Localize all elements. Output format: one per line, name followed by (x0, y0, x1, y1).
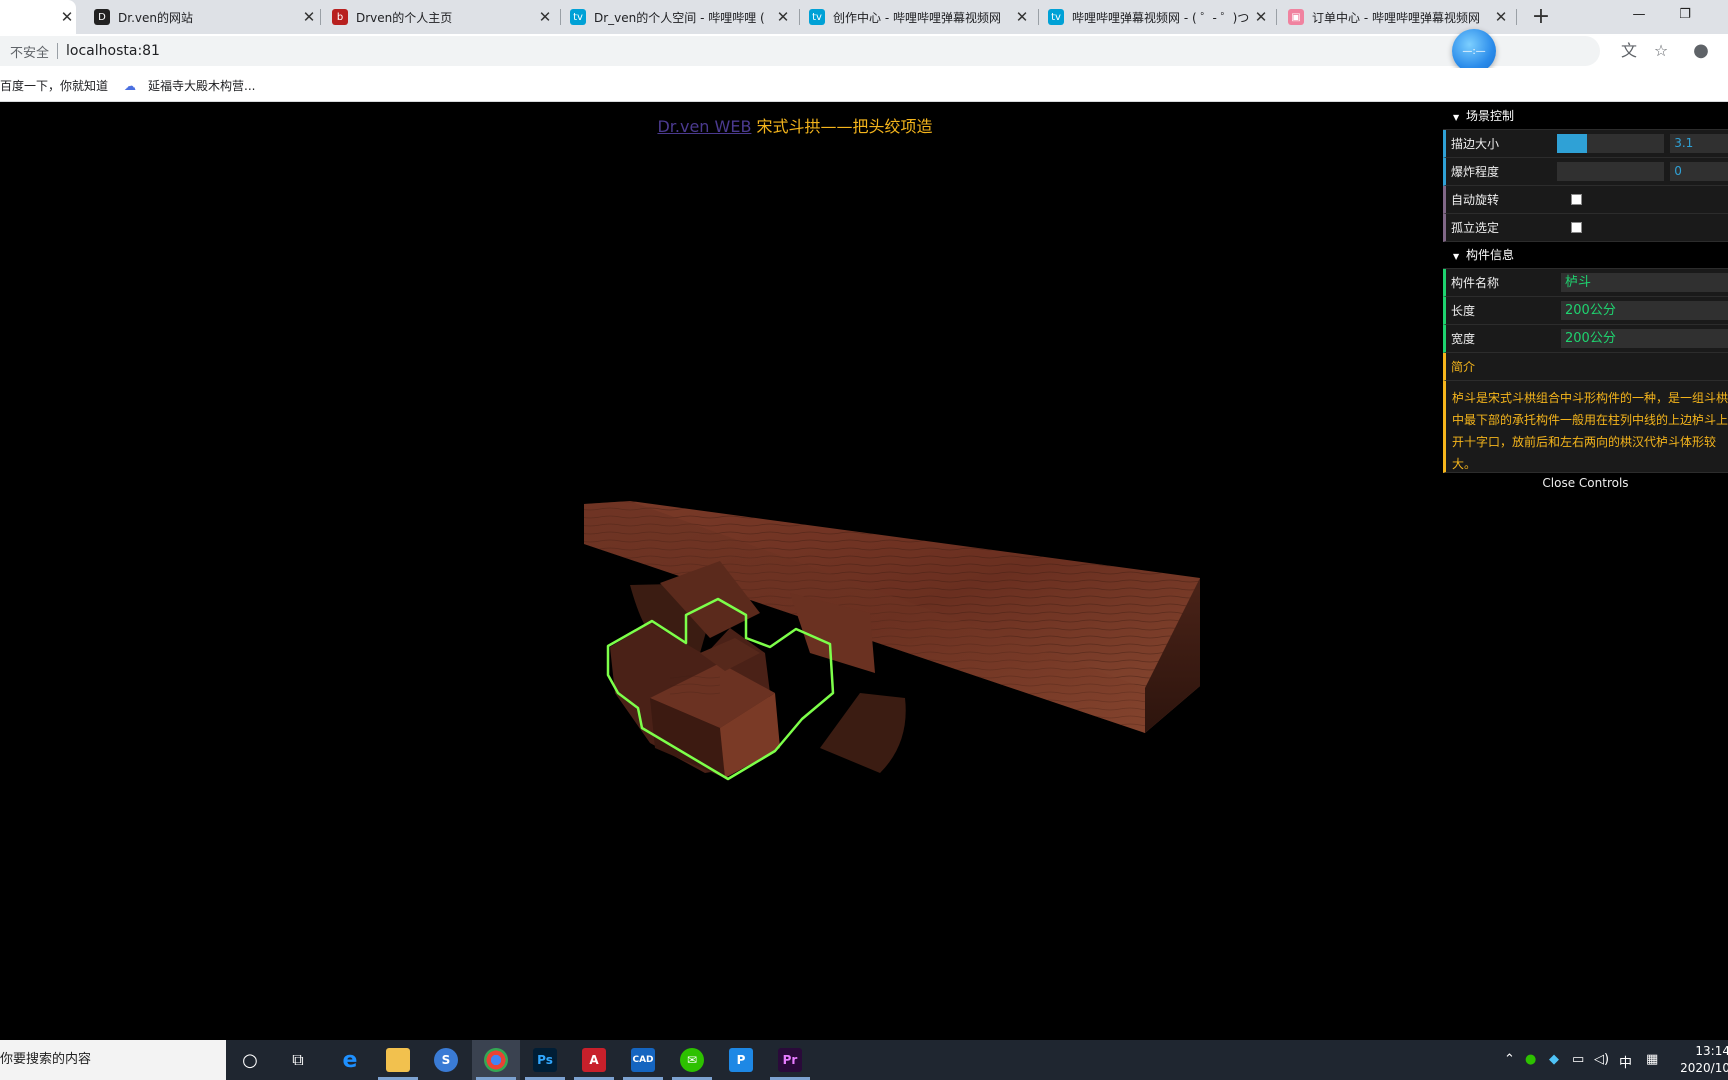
folder-component-info[interactable]: ▼ 构件信息 (1443, 242, 1728, 269)
premiere-icon[interactable]: Pr (778, 1048, 802, 1072)
bilibili-icon: tv (809, 9, 825, 25)
corbel-right (820, 693, 906, 773)
dr-ven-logo-icon: D (94, 9, 110, 25)
red-logo-icon: b (332, 9, 348, 25)
tab-close-icon[interactable]: ✕ (58, 8, 76, 26)
edge-icon[interactable]: e (338, 1048, 362, 1073)
tab-creator-center[interactable]: tv 创作中心 - 哔哩哔哩弹幕视频网 ✕ (809, 0, 1031, 34)
slider-fill (1556, 134, 1587, 153)
outline-size-row: 描边大小 3.1 (1443, 130, 1728, 158)
scene-subtitle: 宋式斗拱——把头绞项造 (756, 117, 933, 136)
tab-separator (1276, 9, 1277, 25)
controls-panel: ▼ 场景控制 描边大小 3.1 爆炸程度 0 自动旋转 孤立选定 ▼ 构件信息 … (1443, 103, 1728, 493)
tab-bilibili-home[interactable]: tv 哔哩哔哩弹幕视频网 - ( ゜- ゜)つ ✕ (1048, 0, 1270, 34)
intro-row: 简介 (1443, 353, 1728, 381)
tab-close-icon[interactable]: ✕ (774, 8, 792, 26)
restore-icon[interactable]: ❐ (1662, 0, 1708, 30)
tab-close-icon[interactable]: ✕ (536, 8, 554, 26)
tab-close-icon[interactable]: ✕ (300, 8, 318, 26)
extension-floating-ball[interactable]: —:— (1452, 29, 1496, 73)
width-field[interactable]: 200公分 (1561, 329, 1728, 348)
outline-size-input[interactable]: 3.1 (1670, 134, 1728, 153)
translate-icon[interactable]: 文 (1618, 40, 1640, 62)
width-row: 宽度 200公分 (1443, 325, 1728, 353)
bilibili-icon: tv (1048, 9, 1064, 25)
tab-active[interactable]: ✕ (0, 0, 76, 34)
tray-network-icon[interactable]: ▭ (1572, 1052, 1584, 1067)
security-indicator[interactable]: 不安全 (0, 42, 49, 61)
bookmark-yanfu-temple[interactable]: ☁ 延福寺大殿木构营... (124, 77, 255, 94)
bookmarks-bar: 百度一下，你就知道 ☁ 延福寺大殿木构营... (0, 68, 1728, 102)
tab-separator (1516, 9, 1517, 25)
tab-close-icon[interactable]: ✕ (1013, 8, 1031, 26)
folder-scene-control[interactable]: ▼ 场景控制 (1443, 103, 1728, 130)
webgl-viewport[interactable]: Dr.ven WEB 宋式斗拱——把头绞项造 ▼ 场景控制 描边大小 3.1 爆… (0, 103, 1728, 1040)
tab-separator (320, 9, 321, 25)
tab-drven-homepage[interactable]: b Drven的个人主页 ✕ (332, 0, 554, 34)
tab-separator (1038, 9, 1039, 25)
tab-bilibili-space[interactable]: tv Dr_ven的个人空间 - 哔哩哔哩 ( ✕ (570, 0, 792, 34)
dr-ven-web-link[interactable]: Dr.ven WEB (657, 117, 751, 136)
new-tab-plus-icon[interactable]: + (1528, 4, 1554, 30)
explode-level-slider[interactable] (1556, 162, 1665, 181)
tray-chevron-icon[interactable]: ⌃ (1504, 1052, 1515, 1067)
intro-text: 栌斗是宋式斗栱组合中斗形构件的一种，是一组斗栱 中最下部的承托构件一般用在柱列中… (1443, 381, 1728, 473)
tab-separator (560, 9, 561, 25)
bookmark-star-icon[interactable]: ☆ (1650, 40, 1672, 62)
photoshop-icon[interactable]: Ps (533, 1048, 557, 1072)
auto-rotate-checkbox[interactable] (1571, 194, 1582, 205)
length-field[interactable]: 200公分 (1561, 301, 1728, 320)
windows-taskbar: 你要搜索的内容 ○ ⧉ e S Ps A CAD ✉ P Pr ⌃ ● ◆ ▭ … (0, 1040, 1728, 1080)
isolate-selected-checkbox[interactable] (1571, 222, 1582, 233)
cortana-icon[interactable]: ○ (238, 1048, 262, 1072)
url-text[interactable]: localhosta:81 (66, 43, 160, 59)
file-explorer-icon[interactable] (386, 1048, 410, 1072)
isolate-selected-row: 孤立选定 (1443, 214, 1728, 242)
caret-down-icon: ▼ (1453, 252, 1460, 261)
sogou-icon[interactable]: S (434, 1048, 458, 1072)
tray-wechat-icon[interactable]: ● (1525, 1052, 1536, 1067)
system-clock[interactable]: 13:14 2020/10 (1680, 1043, 1728, 1077)
tab-separator (799, 9, 800, 25)
explode-level-row: 爆炸程度 0 (1443, 158, 1728, 186)
component-name-field[interactable]: 栌斗 (1561, 273, 1728, 292)
dougong-3d-model[interactable] (560, 353, 1220, 873)
length-row: 长度 200公分 (1443, 297, 1728, 325)
caret-down-icon: ▼ (1453, 113, 1460, 122)
tray-volume-icon[interactable]: ◁) (1594, 1052, 1609, 1067)
bilibili-bag-icon: ▣ (1288, 9, 1304, 25)
taskbar-search-box[interactable]: 你要搜索的内容 (0, 1040, 226, 1080)
divider (57, 43, 59, 59)
autocad-icon[interactable]: A (582, 1048, 606, 1072)
outline-size-slider[interactable] (1556, 134, 1665, 153)
p-app-icon[interactable]: P (729, 1048, 753, 1072)
profile-icon[interactable]: ● (1690, 40, 1712, 62)
scene-title: Dr.ven WEB 宋式斗拱——把头绞项造 (0, 113, 1590, 137)
ime-indicator[interactable]: 中 (1619, 1052, 1632, 1071)
auto-rotate-row: 自动旋转 (1443, 186, 1728, 214)
chrome-icon[interactable] (484, 1048, 508, 1072)
close-controls-button[interactable]: Close Controls (1443, 473, 1728, 493)
wechat-icon[interactable]: ✉ (680, 1048, 704, 1072)
tray-security-icon[interactable]: ◆ (1549, 1052, 1559, 1067)
tab-drven-site[interactable]: D Dr.ven的网站 ✕ (86, 0, 318, 34)
cad-viewer-icon[interactable]: CAD (631, 1048, 655, 1072)
task-view-icon[interactable]: ⧉ (286, 1048, 310, 1072)
tray-keyboard-icon[interactable]: ▦ (1646, 1052, 1658, 1067)
bilibili-icon: tv (570, 9, 586, 25)
tab-close-icon[interactable]: ✕ (1492, 8, 1510, 26)
minimize-icon[interactable]: — (1616, 0, 1662, 30)
address-bar[interactable]: 不安全 localhosta:81 (0, 36, 1600, 66)
tab-close-icon[interactable]: ✕ (1252, 8, 1270, 26)
bookmark-cloud-icon: ☁ (124, 78, 136, 93)
bookmark-baidu[interactable]: 百度一下，你就知道 (0, 77, 108, 94)
explode-level-input[interactable]: 0 (1670, 162, 1728, 181)
component-name-row: 构件名称 栌斗 (1443, 269, 1728, 297)
